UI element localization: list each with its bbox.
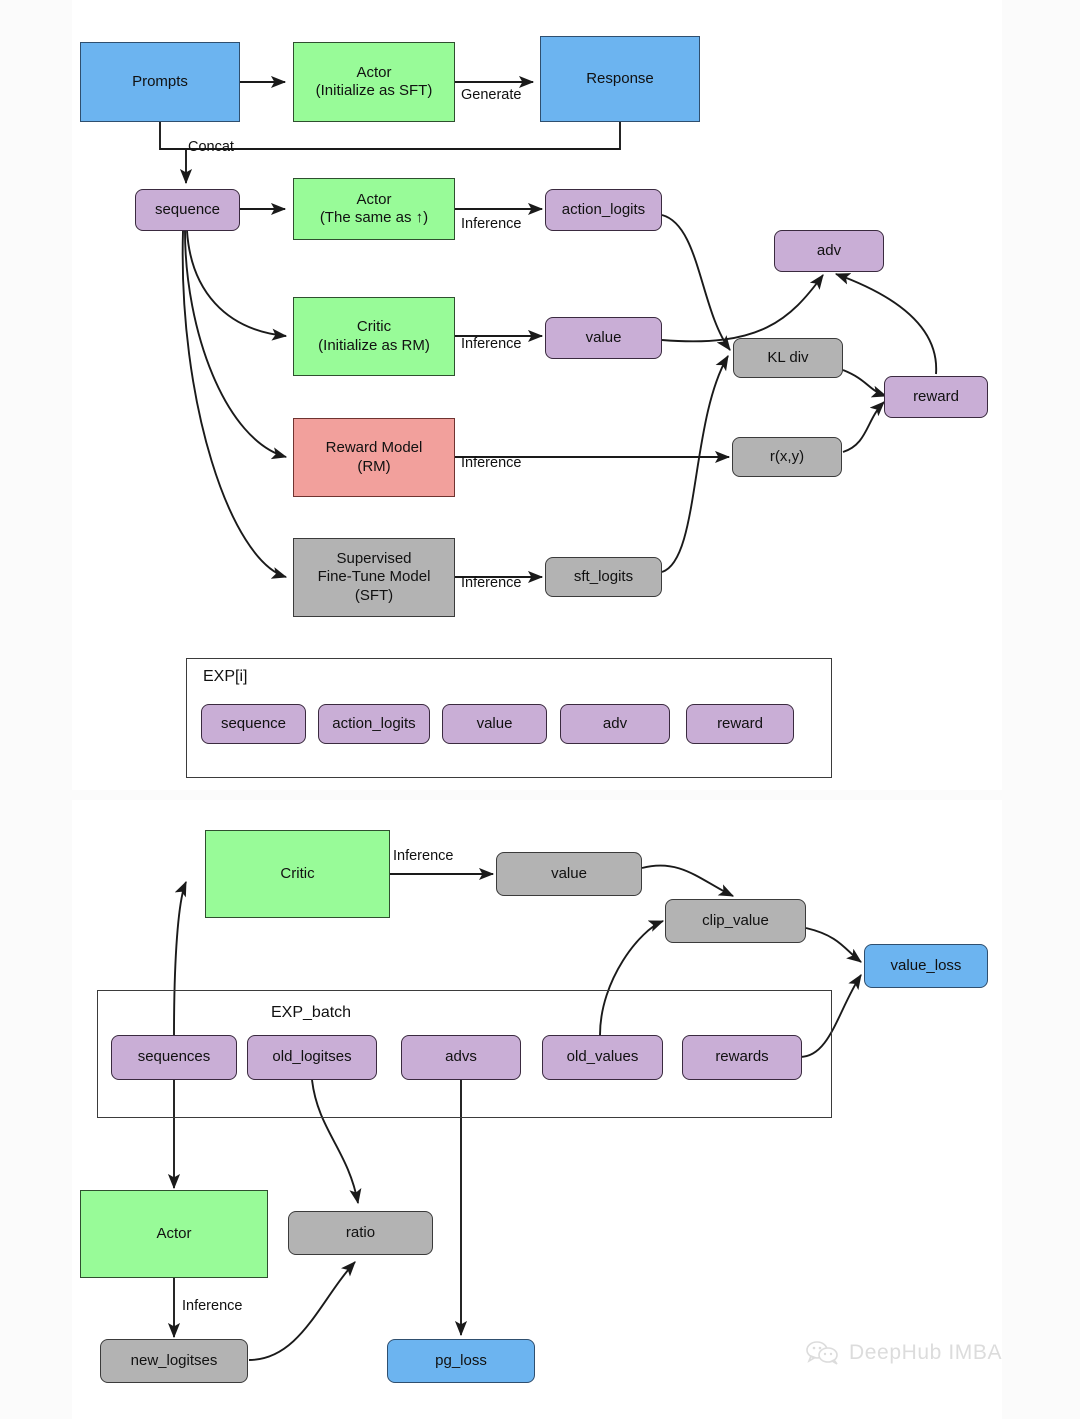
edge-label-inference-rm: Inference (461, 455, 522, 471)
exp-batch-item-advs[interactable]: advs (401, 1035, 521, 1080)
node-pg-loss[interactable]: pg_loss (387, 1339, 535, 1383)
node-sft-model[interactable]: Supervised Fine-Tune Model (SFT) (293, 538, 455, 617)
exp-batch-item-sequences[interactable]: sequences (111, 1035, 237, 1080)
node-rxy[interactable]: r(x,y) (732, 437, 842, 477)
edge-label-inference-critic: Inference (461, 336, 522, 352)
wechat-icon (806, 1341, 838, 1365)
edge-label-inference-actor: Inference (461, 216, 522, 232)
node-actor-sft[interactable]: Actor (Initialize as SFT) (293, 42, 455, 122)
exp-item-value[interactable]: value (442, 704, 547, 744)
exp-item-action-logits[interactable]: action_logits (318, 704, 430, 744)
node-new-logitses[interactable]: new_logitses (100, 1339, 248, 1383)
node-value[interactable]: value (545, 317, 662, 359)
exp-batch-item-rewards[interactable]: rewards (682, 1035, 802, 1080)
exp-batch-item-old-values[interactable]: old_values (542, 1035, 663, 1080)
node-actor-same[interactable]: Actor (The same as ↑) (293, 178, 455, 240)
diagram-canvas: Prompts Actor (Initialize as SFT) Respon… (0, 0, 1080, 1419)
node-sft-logits[interactable]: sft_logits (545, 557, 662, 597)
edge-label-inference-critic-lower: Inference (393, 848, 454, 864)
watermark-text: DeepHub IMBA (849, 1341, 1003, 1364)
watermark: DeepHub IMBA (806, 1340, 1002, 1366)
exp-batch-item-old-logitses[interactable]: old_logitses (247, 1035, 377, 1080)
edge-label-generate: Generate (461, 87, 522, 103)
node-actor-lower[interactable]: Actor (80, 1190, 268, 1278)
node-response[interactable]: Response (540, 36, 700, 122)
node-value-lower[interactable]: value (496, 852, 642, 896)
node-critic-rm[interactable]: Critic (Initialize as RM) (293, 297, 455, 376)
node-adv[interactable]: adv (774, 230, 884, 272)
node-prompts[interactable]: Prompts (80, 42, 240, 122)
exp-item-reward[interactable]: reward (686, 704, 794, 744)
exp-batch-group-label: EXP_batch (271, 1004, 352, 1021)
exp-group-label: EXP[i] (203, 668, 248, 685)
node-critic[interactable]: Critic (205, 830, 390, 918)
node-action-logits[interactable]: action_logits (545, 189, 662, 231)
edge-label-concat: Concat (188, 139, 234, 155)
edge-label-inference-actor-lower: Inference (182, 1298, 243, 1314)
node-ratio[interactable]: ratio (288, 1211, 433, 1255)
node-reward-model[interactable]: Reward Model (RM) (293, 418, 455, 497)
exp-item-adv[interactable]: adv (560, 704, 670, 744)
node-reward[interactable]: reward (884, 376, 988, 418)
node-kl-div[interactable]: KL div (733, 338, 843, 378)
edge-label-inference-sft: Inference (461, 575, 522, 591)
exp-item-sequence[interactable]: sequence (201, 704, 306, 744)
node-clip-value[interactable]: clip_value (665, 899, 806, 943)
node-value-loss[interactable]: value_loss (864, 944, 988, 988)
node-sequence[interactable]: sequence (135, 189, 240, 231)
